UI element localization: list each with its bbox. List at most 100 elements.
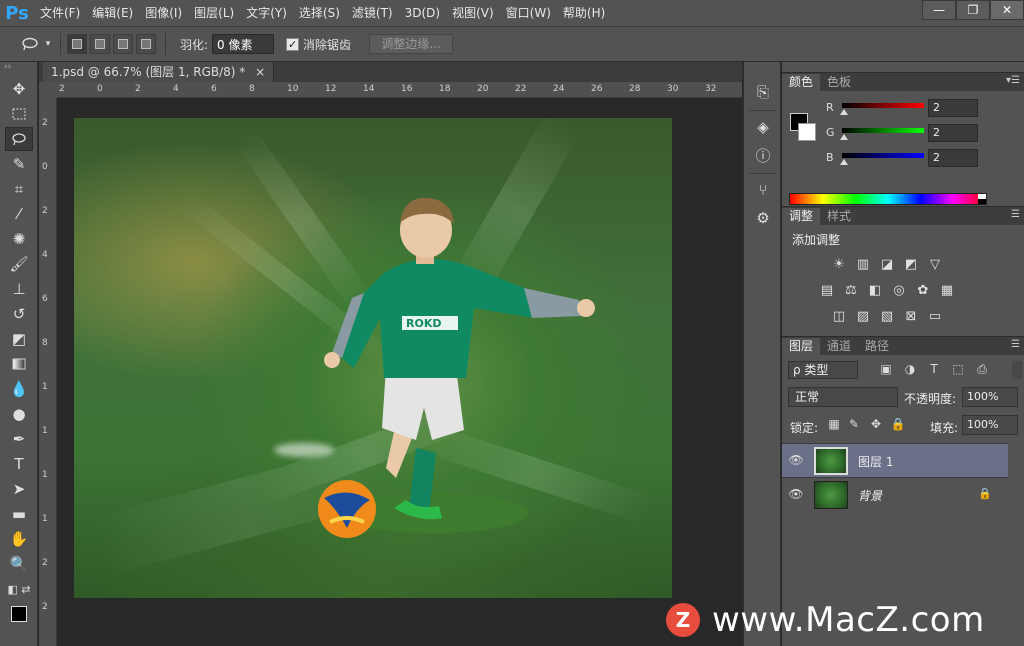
3d-panel-icon[interactable]: ◈	[749, 115, 777, 139]
menu-type[interactable]: 文字(Y)	[240, 0, 293, 26]
panel-menu-icon[interactable]: ▾☰	[1006, 75, 1020, 86]
filter-smart-object-icon[interactable]: ⎙	[974, 362, 990, 378]
color-spectrum-bar[interactable]	[789, 193, 987, 205]
background-color-swatch[interactable]	[798, 123, 816, 141]
hand-tool-icon[interactable]: ✋	[5, 527, 33, 551]
layer-filter-select[interactable]: ρ 类型	[788, 361, 858, 379]
menu-filter[interactable]: 滤镜(T)	[346, 0, 399, 26]
menu-select[interactable]: 选择(S)	[293, 0, 346, 26]
tab-styles[interactable]: 样式	[820, 208, 858, 225]
zoom-tool-icon[interactable]: 🔍	[5, 552, 33, 576]
healing-brush-tool-icon[interactable]: ✺	[5, 227, 33, 251]
blend-mode-select[interactable]: 正常	[788, 387, 898, 407]
gradient-tool-icon[interactable]	[5, 352, 33, 376]
layer-row[interactable]: 👁 图层 1	[782, 443, 1008, 477]
eyedropper-tool-icon[interactable]: ⁄	[5, 202, 33, 226]
blue-slider-thumb[interactable]	[840, 159, 848, 165]
checkbox-check-icon[interactable]: ✓	[286, 37, 300, 51]
menu-3d[interactable]: 3D(D)	[399, 0, 446, 26]
red-value-field[interactable]: 2	[928, 99, 978, 117]
red-slider-track[interactable]	[842, 103, 924, 108]
info-panel-icon[interactable]: ⓘ	[749, 143, 777, 167]
exposure-icon[interactable]: ◩	[902, 255, 920, 273]
color-balance-icon[interactable]: ⚖	[842, 281, 860, 299]
panel-menu-icon[interactable]: ☰	[1011, 339, 1020, 350]
filter-adjustment-icon[interactable]: ◑	[902, 362, 918, 378]
properties-panel-icon[interactable]: ⚙	[749, 206, 777, 230]
tab-paths[interactable]: 路径	[858, 338, 896, 355]
pen-tool-icon[interactable]: ✒	[5, 427, 33, 451]
invert-icon[interactable]: ◫	[830, 307, 848, 325]
color-lookup-icon[interactable]: ▦	[938, 281, 956, 299]
tab-swatches[interactable]: 色板	[820, 74, 858, 91]
clone-stamp-tool-icon[interactable]: ⊥	[5, 277, 33, 301]
menu-file[interactable]: 文件(F)	[34, 0, 86, 26]
lock-all-icon[interactable]: 🔒	[890, 417, 906, 435]
blue-value-field[interactable]: 2	[928, 149, 978, 167]
rectangle-tool-icon[interactable]: ▬	[5, 502, 33, 526]
tool-preset-chevron-icon[interactable]: ▾	[42, 32, 54, 56]
tab-channels[interactable]: 通道	[820, 338, 858, 355]
visibility-eye-icon[interactable]: 👁	[788, 453, 804, 467]
document-tab[interactable]: 1.psd @ 66.7% (图层 1, RGB/8) * ×	[43, 62, 275, 82]
red-slider-thumb[interactable]	[840, 109, 848, 115]
brightness-icon[interactable]: ☀	[830, 255, 848, 273]
default-colors-icon[interactable]: ◧ ⇄	[5, 577, 33, 601]
minimize-button[interactable]: —	[922, 0, 956, 20]
menu-image[interactable]: 图像(I)	[139, 0, 188, 26]
close-button[interactable]: ✕	[990, 0, 1024, 20]
blur-tool-icon[interactable]: 💧	[5, 377, 33, 401]
dodge-tool-icon[interactable]: ●	[5, 402, 33, 426]
filter-pixel-icon[interactable]: ▣	[878, 362, 894, 378]
brush-panel-icon[interactable]: ⑂	[749, 178, 777, 202]
layer-row[interactable]: 👁 背景 🔒	[782, 477, 1008, 511]
add-to-selection-button[interactable]	[90, 34, 110, 54]
blue-slider-track[interactable]	[842, 153, 924, 158]
vibrance-icon[interactable]: ▽	[926, 255, 944, 273]
filter-toggle[interactable]	[1012, 361, 1022, 379]
eraser-tool-icon[interactable]: ◩	[5, 327, 33, 351]
foreground-color-swatch[interactable]	[5, 602, 33, 626]
brush-tool-icon[interactable]: 🖌	[5, 252, 33, 276]
lasso-tool-icon[interactable]	[5, 127, 33, 151]
panel-collapse-icon[interactable]: ››	[0, 62, 37, 76]
visibility-eye-icon[interactable]: 👁	[788, 487, 804, 501]
antialias-checkbox[interactable]: ✓ 消除锯齿	[286, 36, 351, 53]
history-brush-tool-icon[interactable]: ↺	[5, 302, 33, 326]
channel-mixer-icon[interactable]: ✿	[914, 281, 932, 299]
panel-menu-icon[interactable]: ☰	[1011, 209, 1020, 220]
lock-pixels-icon[interactable]: ✎	[846, 417, 862, 435]
menu-help[interactable]: 帮助(H)	[557, 0, 611, 26]
document-canvas[interactable]: ROKD	[74, 118, 672, 598]
intersect-selection-button[interactable]	[136, 34, 156, 54]
feather-input[interactable]	[212, 34, 275, 54]
filter-type-icon[interactable]: T	[926, 362, 942, 378]
history-panel-icon[interactable]: ⎘	[749, 80, 777, 104]
tab-color[interactable]: 颜色	[782, 74, 821, 91]
move-tool-icon[interactable]: ✥	[5, 77, 33, 101]
tab-adjustments[interactable]: 调整	[782, 208, 821, 225]
menu-window[interactable]: 窗口(W)	[500, 0, 557, 26]
green-value-field[interactable]: 2	[928, 124, 978, 142]
threshold-icon[interactable]: ▧	[878, 307, 896, 325]
tab-layers[interactable]: 图层	[782, 338, 821, 355]
filter-shape-icon[interactable]: ⬚	[950, 362, 966, 378]
green-slider-track[interactable]	[842, 128, 924, 133]
menu-layer[interactable]: 图层(L)	[188, 0, 240, 26]
menu-view[interactable]: 视图(V)	[446, 0, 500, 26]
restore-button[interactable]: ❐	[956, 0, 990, 20]
crop-tool-icon[interactable]: ⌗	[5, 177, 33, 201]
hue-saturation-icon[interactable]: ▤	[818, 281, 836, 299]
gradient-map-icon[interactable]: ▭	[926, 307, 944, 325]
type-tool-icon[interactable]: T	[5, 452, 33, 476]
photo-filter-icon[interactable]: ◎	[890, 281, 908, 299]
green-slider-thumb[interactable]	[840, 134, 848, 140]
lock-transparent-icon[interactable]: ▦	[826, 417, 842, 435]
document-tab-close-icon[interactable]: ×	[255, 65, 265, 79]
lasso-icon[interactable]	[18, 32, 42, 56]
curves-icon[interactable]: ◪	[878, 255, 896, 273]
refine-edge-button[interactable]: 调整边缘...	[369, 34, 454, 54]
new-selection-button[interactable]	[67, 34, 87, 54]
lock-position-icon[interactable]: ✥	[868, 417, 884, 435]
black-white-icon[interactable]: ◧	[866, 281, 884, 299]
